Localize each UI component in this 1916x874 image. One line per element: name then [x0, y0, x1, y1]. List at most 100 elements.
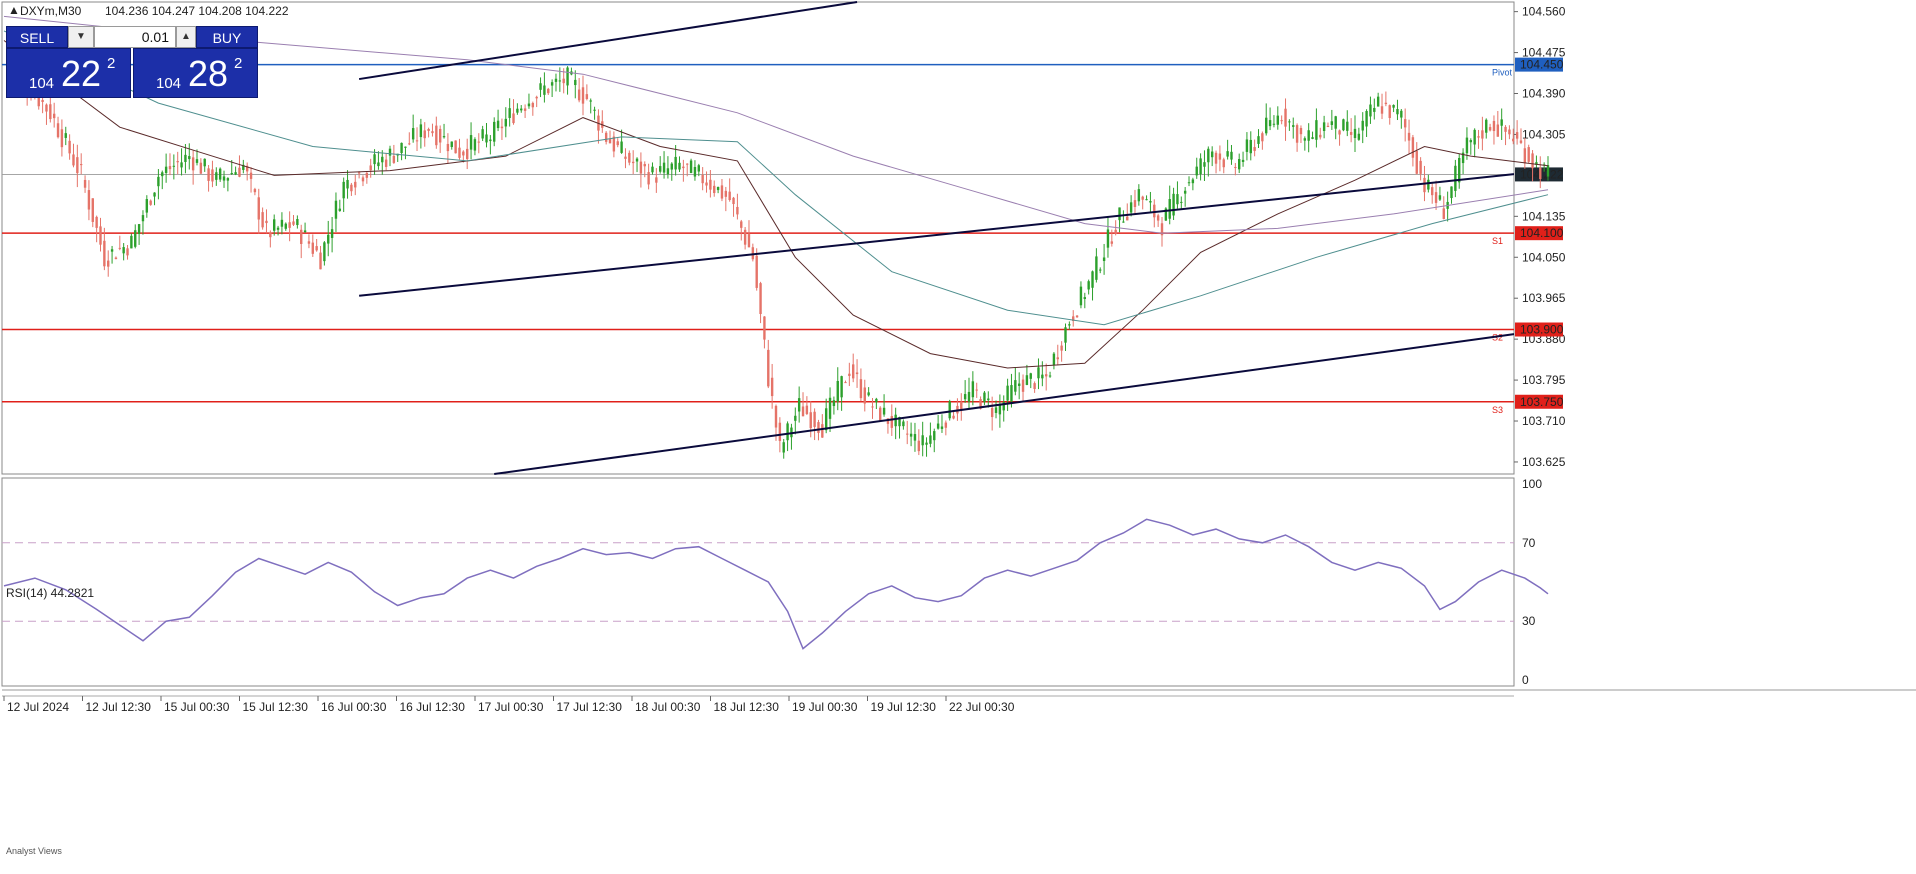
- lot-size-input[interactable]: 0.01: [94, 26, 176, 48]
- sell-button[interactable]: SELL: [6, 26, 68, 48]
- candle-body: [732, 197, 735, 205]
- candle-body: [234, 172, 237, 175]
- candle-body: [855, 372, 859, 375]
- candle-body: [1465, 137, 1469, 154]
- candle-body: [1407, 132, 1411, 141]
- candle-body: [867, 392, 870, 396]
- candle-body: [527, 103, 531, 107]
- candle-body: [894, 414, 897, 427]
- candle-body: [767, 349, 770, 387]
- candle-body: [585, 94, 589, 100]
- candle-body: [778, 422, 782, 441]
- candle-body: [496, 120, 500, 129]
- candle-body: [1292, 125, 1295, 127]
- candle-body: [288, 222, 291, 228]
- candle-body: [211, 169, 214, 182]
- candle-body: [1207, 148, 1210, 163]
- candle-body: [755, 255, 758, 288]
- candle-body: [1106, 229, 1110, 248]
- candle-body: [1118, 207, 1121, 221]
- analyst-views-label[interactable]: Analyst Views: [6, 846, 62, 856]
- header-arrow-icon[interactable]: ▲: [8, 3, 20, 17]
- candle-body: [1342, 119, 1345, 131]
- candle-body: [1099, 269, 1102, 271]
- candle-body: [222, 176, 226, 181]
- candle-body: [1168, 199, 1171, 219]
- candle-body: [1434, 192, 1438, 203]
- level-price-label: 103.900: [1520, 323, 1564, 337]
- candle-body: [1156, 215, 1160, 221]
- candle-body: [983, 392, 986, 403]
- candle-body: [1353, 128, 1357, 139]
- candle-body: [1388, 105, 1391, 118]
- candle-body: [686, 163, 689, 165]
- lot-dropdown-icon[interactable]: ▼: [68, 26, 94, 48]
- candle-body: [543, 85, 546, 95]
- candle-body: [1295, 125, 1299, 143]
- candle-body: [493, 121, 496, 142]
- candle-body: [1068, 324, 1071, 326]
- candle-body: [666, 168, 670, 175]
- candle-body: [813, 411, 816, 427]
- candle-body: [122, 247, 125, 254]
- candle-body: [1041, 374, 1044, 379]
- candle-body: [303, 230, 307, 233]
- candle-body: [95, 216, 98, 228]
- sell-price-button[interactable]: 104 22 2: [6, 48, 131, 98]
- rsi-label: RSI(14) 44.2821: [6, 586, 94, 600]
- candle-body: [1357, 133, 1361, 140]
- candle-body: [238, 167, 241, 177]
- candle-body: [354, 181, 357, 188]
- candle-body: [296, 219, 299, 226]
- price-tick-label: 103.625: [1522, 455, 1566, 469]
- candle-body: [840, 376, 843, 398]
- candle-body: [52, 113, 56, 119]
- candle-body: [628, 152, 631, 163]
- candle-body: [130, 235, 133, 249]
- candle-body: [188, 156, 191, 160]
- candle-body: [415, 140, 419, 142]
- candle-body: [500, 126, 504, 129]
- candle-body: [994, 407, 998, 413]
- price-tick-label: 104.305: [1522, 127, 1566, 141]
- candle-body: [1176, 194, 1179, 205]
- candle-body: [230, 173, 233, 175]
- candle-body: [1183, 190, 1187, 194]
- candle-body: [427, 128, 430, 131]
- candle-body: [1187, 182, 1191, 184]
- candle-body: [107, 260, 110, 267]
- buy-price-button[interactable]: 104 28 2: [133, 48, 258, 98]
- candle-body: [477, 141, 480, 143]
- candle-body: [693, 166, 697, 177]
- candle-body: [257, 197, 260, 220]
- candle-body: [261, 212, 264, 228]
- candle-body: [1369, 104, 1372, 117]
- candle-body: [554, 78, 558, 82]
- candle-body: [809, 412, 812, 429]
- candle-body: [701, 174, 704, 184]
- candle-body: [921, 435, 924, 446]
- candle-body: [300, 229, 303, 244]
- buy-button[interactable]: BUY: [196, 26, 258, 48]
- candle-body: [794, 415, 797, 421]
- candle-body: [1272, 123, 1276, 125]
- level-tag: S1: [1492, 236, 1503, 246]
- candle-body: [832, 400, 836, 407]
- candle-body: [558, 80, 562, 82]
- lot-increase-icon[interactable]: ▲: [176, 26, 196, 48]
- candle-body: [1083, 297, 1086, 299]
- candle-body: [1195, 166, 1198, 176]
- candle-body: [350, 184, 353, 192]
- candle-body: [103, 240, 106, 267]
- candle-body: [728, 191, 731, 201]
- candle-body: [539, 83, 542, 90]
- candle-body: [952, 415, 955, 419]
- candle-body: [1149, 201, 1152, 203]
- candle-body: [292, 221, 295, 225]
- trend-line: [358, 1, 858, 81]
- candle-body: [384, 159, 388, 167]
- candle-body: [191, 157, 195, 171]
- candle-body: [1539, 167, 1542, 179]
- candle-body: [438, 128, 442, 143]
- candle-body: [83, 179, 87, 188]
